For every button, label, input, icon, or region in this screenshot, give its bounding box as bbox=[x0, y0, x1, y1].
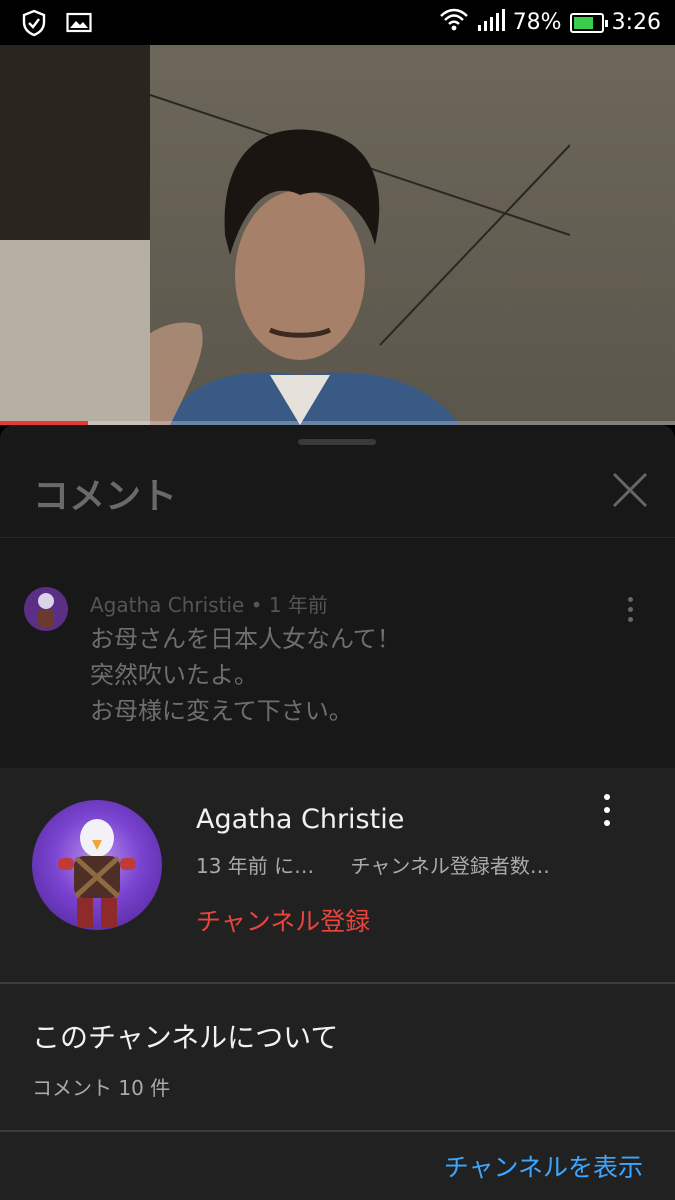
comment-meta: Agatha Christie • 1 年前 bbox=[90, 589, 328, 618]
signal-icon bbox=[477, 8, 505, 38]
subscribe-button[interactable]: チャンネル登録 bbox=[196, 902, 370, 938]
comment-body: お母さんを日本人女なんて！ 突然吹いたよ。 お母様に変えて下さい。 bbox=[90, 621, 401, 729]
about-channel-heading: このチャンネルについて bbox=[32, 1021, 339, 1054]
image-icon bbox=[66, 12, 92, 38]
channel-avatar[interactable] bbox=[32, 800, 162, 930]
channel-comment-count: コメント 10 件 bbox=[32, 1076, 171, 1100]
video-frame-shelf bbox=[0, 240, 150, 425]
comments-title: コメント bbox=[33, 476, 178, 517]
divider bbox=[0, 537, 675, 538]
comment-line: お母様に変えて下さい。 bbox=[90, 697, 353, 725]
drag-handle[interactable] bbox=[298, 439, 376, 445]
clock: 3:26 bbox=[611, 10, 661, 35]
video-player[interactable] bbox=[0, 45, 675, 425]
channel-popup: Agatha Christie 13 年前 に… チャンネル登録者数… チャンネ… bbox=[0, 768, 675, 1200]
comment-author-avatar[interactable] bbox=[24, 587, 68, 631]
divider bbox=[0, 982, 675, 984]
shield-check-icon bbox=[22, 9, 46, 41]
channel-subscribers: チャンネル登録者数… bbox=[350, 854, 550, 878]
wifi-icon bbox=[439, 7, 469, 39]
channel-stats: 13 年前 に… チャンネル登録者数… bbox=[196, 850, 550, 879]
battery-percent: 78% bbox=[512, 10, 562, 35]
battery-charging-icon bbox=[569, 12, 608, 33]
meta-separator: • bbox=[250, 593, 263, 617]
video-frame-person bbox=[150, 94, 570, 425]
channel-joined: 13 年前 に… bbox=[196, 854, 315, 878]
comment-line: 突然吹いたよ。 bbox=[90, 661, 258, 689]
view-channel-button[interactable]: チャンネルを表示 bbox=[444, 1148, 643, 1184]
close-icon[interactable] bbox=[610, 470, 650, 510]
channel-more-icon[interactable] bbox=[596, 794, 618, 830]
comment-age: 1 年前 bbox=[268, 593, 328, 617]
comment-author[interactable]: Agatha Christie bbox=[90, 593, 244, 617]
comment-more-icon[interactable] bbox=[620, 597, 640, 627]
divider bbox=[0, 1130, 675, 1132]
comment-line: お母さんを日本人女なんて！ bbox=[90, 625, 401, 653]
channel-name[interactable]: Agatha Christie bbox=[196, 804, 404, 835]
status-bar: 78% 3:26 bbox=[0, 0, 675, 45]
